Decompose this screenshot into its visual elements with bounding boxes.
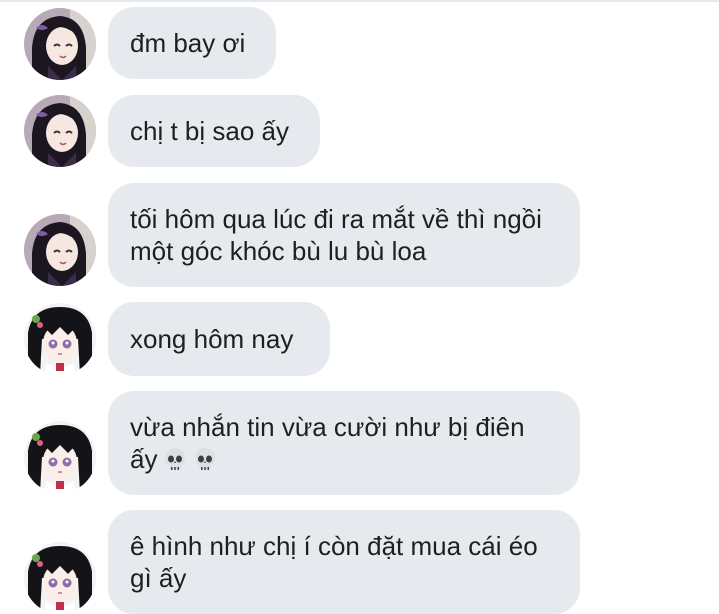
message-row: vừa nhắn tin vừa cười như bị điên ấy <box>0 391 719 495</box>
message-bubble[interactable]: vừa nhắn tin vừa cười như bị điên ấy <box>108 391 580 495</box>
message-row: xong hôm nay <box>0 302 719 376</box>
skull-icon <box>195 448 216 470</box>
message-bubble[interactable]: đm bay ơi <box>108 7 276 79</box>
message-text: tối hôm qua lúc đi ra mắt về thì ngồi mộ… <box>130 204 542 266</box>
avatar-kanao[interactable] <box>24 542 96 614</box>
skull-icon <box>165 448 186 470</box>
top-divider <box>0 0 719 2</box>
message-text-content: vừa nhắn tin vừa cười như bị điên ấy <box>130 412 525 474</box>
message-row: ê hình như chị í còn đặt mua cái éo gì ấ… <box>0 510 719 614</box>
message-bubble[interactable]: ê hình như chị í còn đặt mua cái éo gì ấ… <box>108 510 580 614</box>
avatar-shinobu[interactable] <box>24 8 96 80</box>
message-bubble[interactable]: xong hôm nay <box>108 302 330 376</box>
message-text: ê hình như chị í còn đặt mua cái éo gì ấ… <box>130 531 538 593</box>
message-row: tối hôm qua lúc đi ra mắt về thì ngồi mộ… <box>0 183 719 287</box>
message-text: xong hôm nay <box>130 324 294 354</box>
message-bubble[interactable]: tối hôm qua lúc đi ra mắt về thì ngồi mộ… <box>108 183 580 287</box>
message-row: đm bay ơi <box>0 6 719 80</box>
avatar-kanao[interactable] <box>24 303 96 375</box>
message-bubble[interactable]: chị t bị sao ấy <box>108 95 320 167</box>
avatar-shinobu[interactable] <box>24 95 96 167</box>
message-text: vừa nhắn tin vừa cười như bị điên ấy <box>130 411 558 475</box>
message-row: chị t bị sao ấy <box>0 94 719 168</box>
avatar-kanao[interactable] <box>24 421 96 493</box>
message-text: chị t bị sao ấy <box>130 116 289 146</box>
message-text: đm bay ơi <box>130 28 246 58</box>
avatar-shinobu[interactable] <box>24 214 96 286</box>
